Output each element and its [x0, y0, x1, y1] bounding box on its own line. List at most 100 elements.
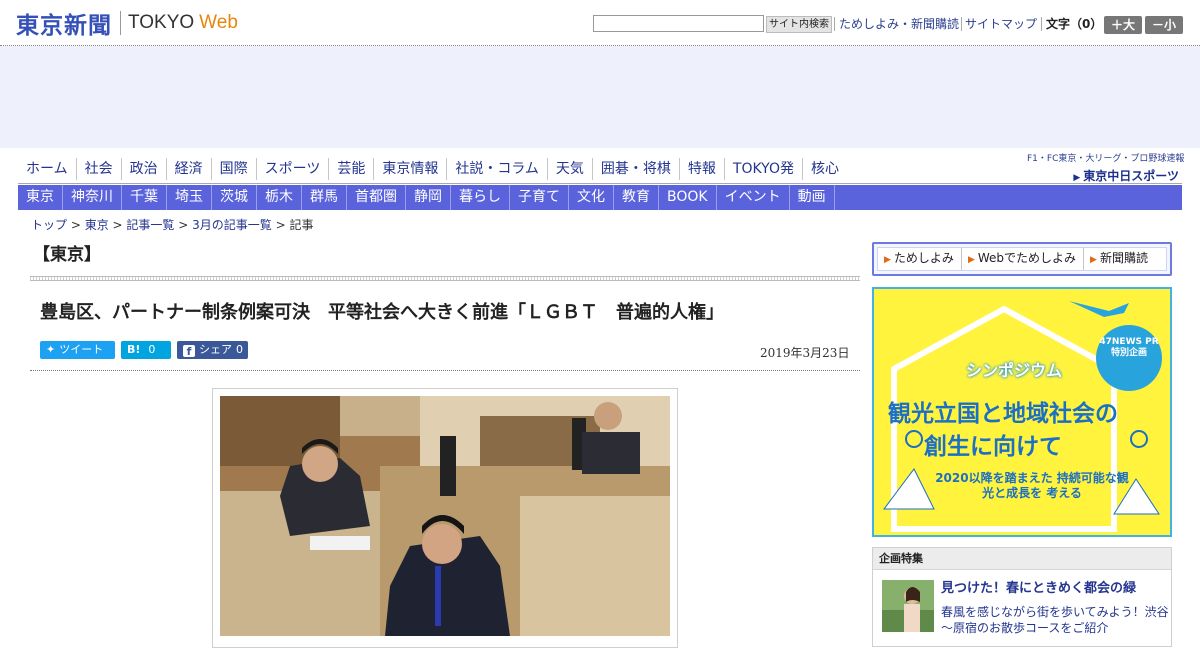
- subscription-links: ▶ ためしよみ ▶ Webでためしよみ ▶ 新聞購読: [877, 247, 1167, 271]
- assembly-photo-illustration: [220, 396, 670, 636]
- nav-go-shogi[interactable]: 囲碁・将棋: [591, 158, 679, 180]
- banner-badge: 47NEWS PR 特別企画: [1096, 325, 1162, 391]
- breadcrumb-sep: >: [108, 218, 127, 232]
- nav-politics[interactable]: 政治: [120, 158, 166, 180]
- nav-entertainment[interactable]: 芸能: [328, 158, 373, 180]
- facebook-share-count: 0: [236, 343, 243, 356]
- primary-nav: ホーム 社会 政治 経済 国際 スポーツ 芸能 東京情報 社説・コラム 天気 囲…: [18, 158, 847, 180]
- header-separator: [834, 17, 835, 31]
- nav2-living[interactable]: 暮らし: [451, 185, 510, 210]
- site-header: 東京新聞 TOKYO Web サイト内検索 ためしよみ・新聞購読 サイトマップ …: [0, 0, 1200, 46]
- nav2-culture[interactable]: 文化: [569, 185, 614, 210]
- article-photo[interactable]: [220, 396, 670, 636]
- nav2-tokyo[interactable]: 東京: [18, 185, 63, 210]
- subscription-links-box: ▶ ためしよみ ▶ Webでためしよみ ▶ 新聞購読: [872, 242, 1172, 276]
- site-search-button[interactable]: サイト内検索: [766, 16, 832, 33]
- banner-title-line1: 観光立国と地域社会の: [888, 401, 1118, 427]
- feature-thumbnail-image: [882, 580, 934, 632]
- header-separator: [961, 17, 962, 31]
- triangle-right-icon: ▶: [1090, 255, 1097, 265]
- sitemap-link[interactable]: サイトマップ: [965, 17, 1037, 31]
- nav2-saitama[interactable]: 埼玉: [167, 185, 212, 210]
- subscribe-link[interactable]: ▶ 新聞購読: [1083, 248, 1155, 270]
- breadcrumb-article-list[interactable]: 記事一覧: [126, 218, 174, 232]
- breadcrumb-current: 記事: [289, 218, 314, 232]
- nav-society[interactable]: 社会: [75, 158, 121, 180]
- logo-web-text: Web: [199, 12, 238, 33]
- hatena-count: 0: [148, 343, 156, 356]
- twitter-bird-icon: ✦: [46, 343, 56, 356]
- feature-heading: 企画特集: [873, 548, 1171, 570]
- nav2-tochigi[interactable]: 栃木: [257, 185, 302, 210]
- nav-economy[interactable]: 経済: [165, 158, 211, 180]
- banner-subtitle: 2020以降を踏まえた 持続可能な観光と成長を 考える: [935, 471, 1129, 500]
- nav-tokyo-hatsu[interactable]: TOKYO発: [723, 158, 802, 180]
- nav-home[interactable]: ホーム: [18, 158, 76, 180]
- web-trial-read-link[interactable]: ▶ Webでためしよみ: [960, 248, 1083, 270]
- feature-thumbnail[interactable]: [882, 580, 934, 632]
- nav2-video[interactable]: 動画: [790, 185, 835, 210]
- section-title: 【東京】: [33, 245, 101, 265]
- feature-description: 春風を感じながら街を歩いてみよう！渋谷～原宿のお散歩コースをご紹介: [941, 605, 1169, 635]
- banner-title-line2: 創生に向けて: [924, 434, 1062, 460]
- font-size-label: 文字（0）: [1046, 17, 1103, 31]
- tweet-button[interactable]: ✦ ツイート: [40, 341, 115, 359]
- arrow-right-icon: ▶: [1073, 173, 1081, 183]
- facebook-share-label: シェア: [199, 343, 232, 356]
- secondary-nav: 東京 神奈川 千葉 埼玉 茨城 栃木 群馬 首都圏 静岡 暮らし 子育て 文化 …: [18, 185, 1182, 210]
- nav-sports[interactable]: スポーツ: [255, 158, 329, 180]
- facebook-icon: f: [183, 345, 195, 358]
- sports-link-caption: F1・FC東京・大リーグ・プロ野球速報: [1027, 154, 1185, 164]
- breadcrumb-sep: >: [271, 218, 290, 232]
- breadcrumb-sep: >: [67, 218, 85, 232]
- trial-subscription-link[interactable]: ためしよみ・新聞購読: [839, 17, 959, 31]
- hatena-bookmark-icon: B!: [127, 343, 141, 356]
- font-smaller-button[interactable]: －小: [1145, 16, 1183, 34]
- nav-kakushin[interactable]: 核心: [801, 158, 847, 180]
- nav2-chiba[interactable]: 千葉: [122, 185, 167, 210]
- font-larger-button[interactable]: ＋大: [1104, 16, 1142, 34]
- logo-divider: [120, 11, 121, 35]
- article-headline: 豊島区、パートナー制条例案可決 平等社会へ大きく前進「ＬＧＢＴ 普遍的人権」: [40, 302, 724, 323]
- nav-weather[interactable]: 天気: [546, 158, 592, 180]
- nav2-event[interactable]: イベント: [717, 185, 790, 210]
- nav2-parenting[interactable]: 子育て: [510, 185, 569, 210]
- facebook-share-button[interactable]: f シェア 0: [177, 341, 248, 359]
- nav-international[interactable]: 国際: [210, 158, 256, 180]
- logo-tokyo-text: TOKYO: [128, 12, 195, 33]
- breadcrumb-top[interactable]: トップ: [31, 218, 67, 232]
- sports-logo-text: 東京中日スポーツ: [1083, 169, 1179, 183]
- nav2-education[interactable]: 教育: [614, 185, 659, 210]
- hatena-bookmark-button[interactable]: B! 0: [121, 341, 171, 359]
- nav2-kanagawa[interactable]: 神奈川: [63, 185, 122, 210]
- sports-link-logo: ▶ 東京中日スポーツ: [1027, 167, 1179, 184]
- nav2-gunma[interactable]: 群馬: [302, 185, 347, 210]
- nav-editorial-column[interactable]: 社説・コラム: [446, 158, 547, 180]
- symposium-banner[interactable]: 47NEWS PR 特別企画 シンポジウム 観光立国と地域社会の 創生に向けて …: [872, 287, 1172, 537]
- section-rule: [30, 276, 860, 281]
- site-search-input[interactable]: [593, 15, 764, 32]
- tweet-label: ツイート: [59, 343, 104, 356]
- nav2-book[interactable]: BOOK: [659, 185, 717, 210]
- nav2-shutoken[interactable]: 首都圏: [347, 185, 406, 210]
- tokyo-chunichi-sports-link[interactable]: F1・FC東京・大リーグ・プロ野球速報 ▶ 東京中日スポーツ: [1027, 154, 1185, 184]
- nav-tokyo-info[interactable]: 東京情報: [373, 158, 446, 180]
- breadcrumb-sep: >: [174, 218, 193, 232]
- advertisement-area: [0, 46, 1200, 148]
- breadcrumb: トップ > 東京 > 記事一覧 > 3月の記事一覧 > 記事: [31, 218, 313, 232]
- breadcrumb-march-list[interactable]: 3月の記事一覧: [192, 218, 272, 232]
- subscribe-label: 新聞購読: [1099, 251, 1148, 265]
- article-date: 2019年3月23日: [760, 346, 850, 360]
- article-photo-frame: [212, 388, 678, 648]
- nav-special-report[interactable]: 特報: [678, 158, 724, 180]
- feature-box: 企画特集 見つけた！春にときめく都会の緑 春風を感じながら街を歩いてみよう！渋谷…: [872, 547, 1172, 647]
- nav2-shizuoka[interactable]: 静岡: [406, 185, 451, 210]
- logo-tokyo-shimbun: 東京新聞: [16, 12, 112, 39]
- trial-read-label: ためしよみ: [893, 251, 954, 265]
- nav2-ibaraki[interactable]: 茨城: [212, 185, 257, 210]
- feature-title-link[interactable]: 見つけた！春にときめく都会の緑: [941, 581, 1136, 597]
- site-logo[interactable]: 東京新聞 TOKYO Web: [16, 9, 238, 39]
- breadcrumb-tokyo[interactable]: 東京: [85, 218, 109, 232]
- trial-read-link[interactable]: ▶ ためしよみ: [878, 248, 961, 270]
- article-rule: [30, 370, 860, 371]
